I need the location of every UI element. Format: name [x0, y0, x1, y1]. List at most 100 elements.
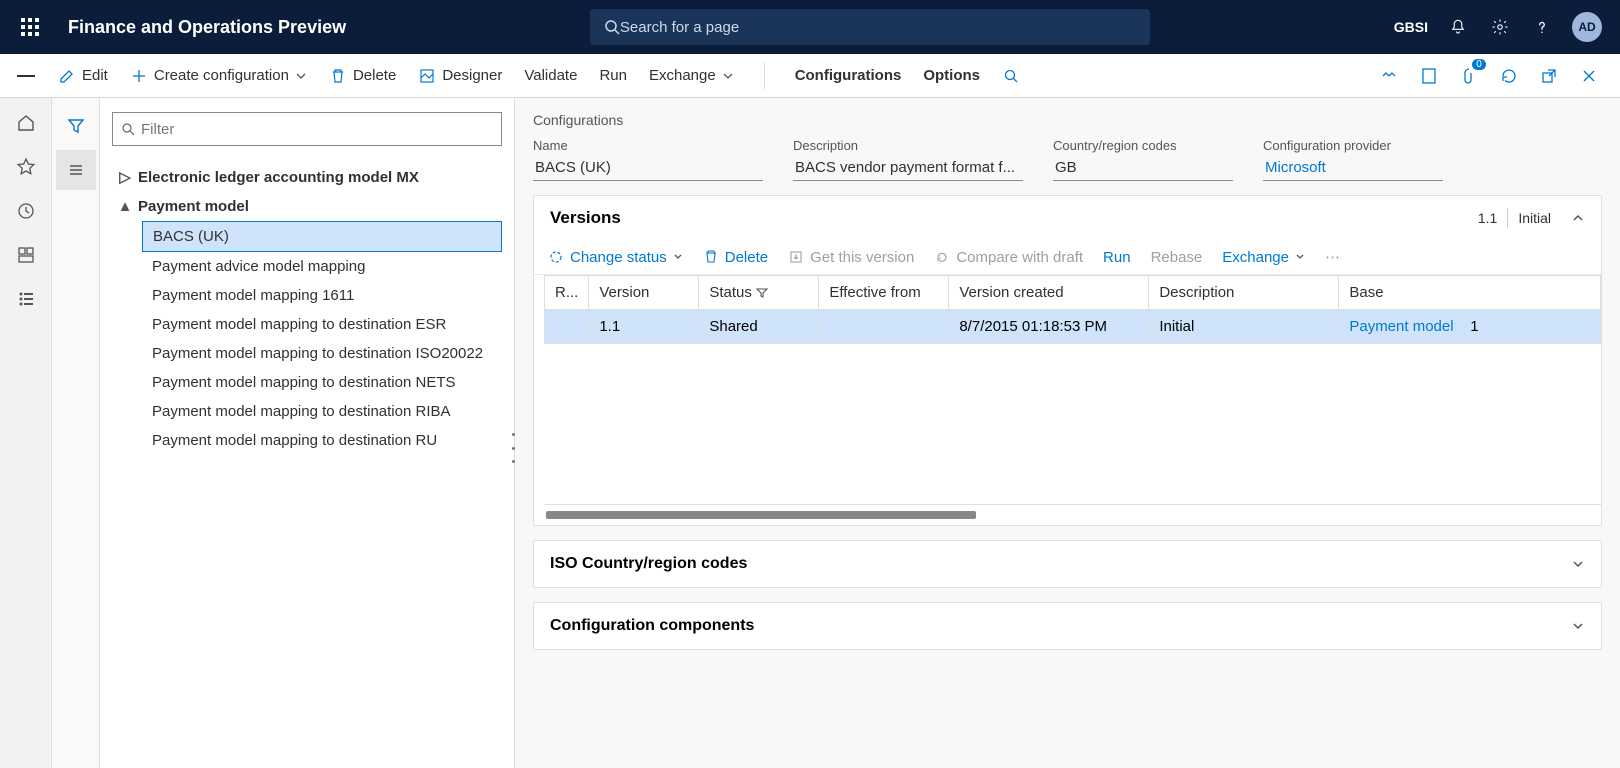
filter-icon[interactable]	[756, 287, 768, 299]
plus-icon	[130, 67, 148, 85]
tree-node-payment-advice[interactable]: Payment advice model mapping	[142, 252, 502, 281]
search-input[interactable]	[620, 19, 1136, 36]
delete-button[interactable]: Delete	[327, 63, 398, 89]
hamburger-menu[interactable]	[8, 58, 44, 94]
popout-icon[interactable]	[1536, 63, 1562, 89]
field-value-description[interactable]: BACS vendor payment format f...	[793, 157, 1023, 181]
field-value-provider[interactable]: Microsoft	[1263, 157, 1443, 181]
tree-node-mapping-esr[interactable]: Payment model mapping to destination ESR	[142, 310, 502, 339]
configuration-components-section[interactable]: Configuration components	[533, 602, 1602, 650]
trash-icon	[703, 249, 719, 265]
get-version-button: Get this version	[788, 249, 914, 266]
designer-button[interactable]: Designer	[416, 63, 504, 89]
expand-icon[interactable]: ▷	[116, 168, 134, 186]
chevron-down-icon	[295, 70, 307, 82]
tree-node-mapping-riba[interactable]: Payment model mapping to destination RIB…	[142, 397, 502, 426]
nav-recent[interactable]	[3, 190, 49, 232]
pencil-icon	[58, 67, 76, 85]
tree-node-mapping-ru[interactable]: Payment model mapping to destination RU	[142, 426, 502, 455]
chevron-up-icon[interactable]	[1561, 211, 1585, 225]
versions-card: Versions 1.1 Initial Change status Delet…	[533, 195, 1602, 526]
versions-meta-version: 1.1	[1468, 210, 1507, 226]
compare-button: Compare with draft	[934, 249, 1083, 266]
help-icon[interactable]	[1530, 15, 1554, 39]
tab-options[interactable]: Options	[921, 63, 982, 88]
tree-node-bacs-uk[interactable]: BACS (UK)	[142, 221, 502, 252]
legal-entity[interactable]: GBSI	[1394, 19, 1428, 35]
download-icon	[788, 249, 804, 265]
list-toggle[interactable]	[56, 150, 96, 190]
attach-icon[interactable]: 0	[1456, 63, 1482, 89]
cell-status: Shared	[699, 310, 819, 344]
attach-badge: 0	[1472, 59, 1486, 70]
close-icon[interactable]	[1576, 63, 1602, 89]
nav-favorites[interactable]	[3, 146, 49, 188]
tree-node-mapping-1611[interactable]: Payment model mapping 1611	[142, 281, 502, 310]
detail-panel: Configurations Name BACS (UK) Descriptio…	[515, 98, 1620, 768]
tree-node-electronic-ledger[interactable]: ▷ Electronic ledger accounting model MX	[112, 162, 502, 192]
related-icon[interactable]	[1376, 63, 1402, 89]
nav-modules[interactable]	[3, 278, 49, 320]
tree-node-payment-model[interactable]: ▲ Payment model	[112, 192, 502, 221]
more-button[interactable]: ⋯	[1325, 248, 1340, 266]
version-exchange-button[interactable]: Exchange	[1222, 249, 1305, 266]
tree-node-mapping-iso20022[interactable]: Payment model mapping to destination ISO…	[142, 339, 502, 368]
exchange-button[interactable]: Exchange	[647, 63, 736, 88]
col-r[interactable]: R...	[545, 276, 589, 310]
col-created[interactable]: Version created	[949, 276, 1149, 310]
filter-toggle[interactable]	[56, 106, 96, 146]
compare-icon	[934, 249, 950, 265]
col-status[interactable]: Status	[699, 276, 819, 310]
version-delete-button[interactable]: Delete	[703, 249, 768, 266]
cell-created: 8/7/2015 01:18:53 PM	[949, 310, 1149, 344]
refresh-icon[interactable]	[1496, 63, 1522, 89]
nav-workspaces[interactable]	[3, 234, 49, 276]
run-button[interactable]: Run	[597, 63, 629, 88]
nav-rail	[0, 98, 52, 768]
field-value-country-codes[interactable]: GB	[1053, 157, 1233, 181]
chevron-down-icon[interactable]	[1571, 619, 1585, 633]
create-configuration-button[interactable]: Create configuration	[128, 63, 309, 89]
cell-base-version: 1	[1470, 318, 1478, 335]
app-launcher[interactable]	[10, 7, 50, 47]
page-icon[interactable]	[1416, 63, 1442, 89]
designer-icon	[418, 67, 436, 85]
configuration-components-title: Configuration components	[550, 617, 1571, 635]
search-icon	[604, 19, 620, 35]
chevron-down-icon[interactable]	[1571, 557, 1585, 571]
resize-handle[interactable]	[512, 433, 516, 463]
search-box[interactable]	[590, 9, 1150, 45]
toolbar-search[interactable]	[1000, 63, 1022, 89]
gear-icon[interactable]	[1488, 15, 1512, 39]
bell-icon[interactable]	[1446, 15, 1470, 39]
trash-icon	[329, 67, 347, 85]
nav-home[interactable]	[3, 102, 49, 144]
edit-button[interactable]: Edit	[56, 63, 110, 89]
app-title: Finance and Operations Preview	[68, 17, 346, 38]
field-value-name[interactable]: BACS (UK)	[533, 157, 763, 181]
cell-base-link[interactable]: Payment model	[1349, 318, 1453, 335]
validate-button[interactable]: Validate	[522, 63, 579, 88]
iso-codes-section[interactable]: ISO Country/region codes	[533, 540, 1602, 588]
avatar[interactable]: AD	[1572, 12, 1602, 42]
col-version[interactable]: Version	[589, 276, 699, 310]
col-base[interactable]: Base	[1339, 276, 1601, 310]
table-row[interactable]: 1.1 Shared 8/7/2015 01:18:53 PM Initial …	[545, 310, 1601, 344]
horizontal-scrollbar[interactable]	[546, 511, 976, 519]
tab-configurations[interactable]: Configurations	[793, 63, 904, 88]
field-label-name: Name	[533, 138, 763, 153]
chevron-down-icon	[722, 70, 734, 82]
view-mode-rail	[52, 98, 100, 768]
col-description[interactable]: Description	[1149, 276, 1339, 310]
search-icon	[121, 122, 135, 136]
version-run-button[interactable]: Run	[1103, 249, 1131, 266]
tree-node-mapping-nets[interactable]: Payment model mapping to destination NET…	[142, 368, 502, 397]
collapse-icon[interactable]: ▲	[116, 198, 134, 215]
change-status-button[interactable]: Change status	[548, 249, 683, 266]
versions-title: Versions	[550, 208, 1468, 228]
filter-input-wrap[interactable]	[112, 112, 502, 146]
cell-version: 1.1	[589, 310, 699, 344]
col-effective[interactable]: Effective from	[819, 276, 949, 310]
filter-input[interactable]	[141, 121, 493, 138]
chevron-down-icon	[673, 252, 683, 262]
